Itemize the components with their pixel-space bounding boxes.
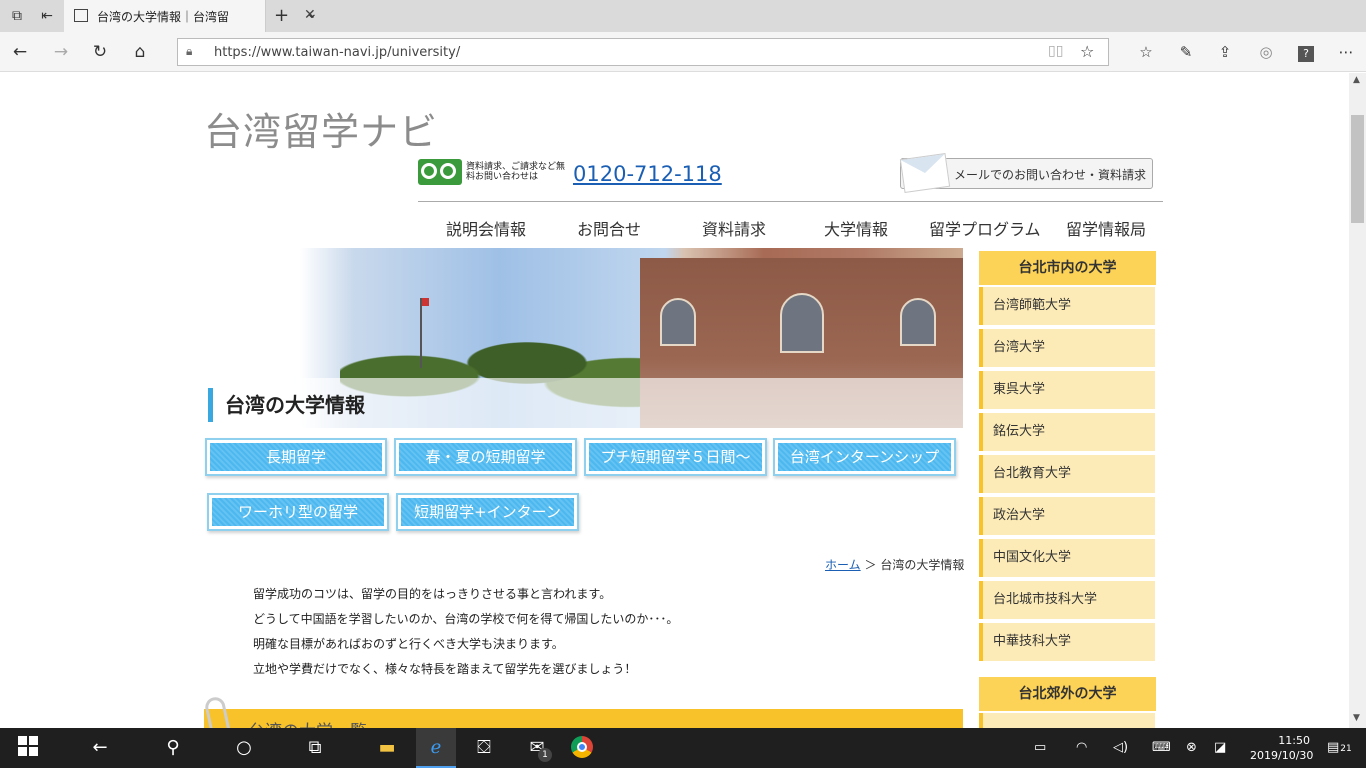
volume-icon[interactable]: ◁) <box>1113 740 1128 755</box>
sidebar-taipei-head: 台北市内の大学 <box>979 251 1156 285</box>
intro-text: 留学成功のコツは、留学の目的をはっきりさせる事と言われます。 どうして中国語を学… <box>253 582 678 682</box>
page-viewport: 台湾留学ナビ 資料請求、ご請求など無料お問い合わせは 0120-712-118 … <box>0 73 1349 728</box>
favorites-icon[interactable]: ☆ <box>1135 41 1157 63</box>
favorite-star-icon[interactable]: ☆ <box>1080 42 1094 61</box>
sidebar-item-pccu[interactable]: 中国文化大学 <box>979 539 1155 577</box>
university-list-header: 台湾の大学一覧 <box>203 695 963 728</box>
windows-start-icon[interactable] <box>16 736 40 760</box>
tab-title: 台湾の大学情報｜台湾留 <box>97 10 230 24</box>
scroll-up-icon[interactable]: ▲ <box>1353 75 1360 85</box>
store-icon[interactable]: ⛋ <box>472 736 496 760</box>
ime-icon[interactable]: ◪ <box>1214 740 1226 755</box>
envelope-icon <box>899 152 951 194</box>
phone-number[interactable]: 0120-712-118 <box>573 162 722 186</box>
mail-badge: 1 <box>538 748 552 762</box>
intro-line: 明確な目標があればおのずと行くべき大学も決まります。 <box>253 637 564 651</box>
lock-icon: 🔒︎ <box>186 44 193 58</box>
url-input[interactable]: 🔒︎ https://www.taiwan-navi.jp/university… <box>177 38 1109 66</box>
breadcrumb-home[interactable]: ホーム <box>825 558 861 572</box>
url-text: https://www.taiwan-navi.jp/university/ <box>214 45 461 60</box>
category-petit-short[interactable]: プチ短期留学５日間～ <box>584 438 767 476</box>
set-aside-tabs-icon[interactable]: ⇤ <box>37 6 57 26</box>
nav-contact[interactable]: お問合せ <box>577 216 641 240</box>
site-logo[interactable]: 台湾留学ナビ <box>204 101 438 156</box>
notification-icon[interactable]: ▤21 <box>1327 740 1352 755</box>
page-title: 台湾の大学情報 <box>208 388 365 422</box>
forward-icon[interactable]: → <box>50 41 72 63</box>
sidebar-item-ntu[interactable]: 台湾大学 <box>979 329 1155 367</box>
nav-program[interactable]: 留学プログラム <box>929 216 1041 240</box>
sidebar-item-nccu[interactable]: 政治大学 <box>979 497 1155 535</box>
category-short-term[interactable]: 春・夏の短期留学 <box>394 438 577 476</box>
file-explorer-icon[interactable]: ▬ <box>375 736 399 760</box>
sidebar-item-cust[interactable]: 中華技科大学 <box>979 623 1155 661</box>
sidebar-item-mingchuan[interactable]: 銘伝大学 <box>979 413 1155 451</box>
mail-inquiry-label: メールでのお問い合わせ・資料請求 <box>954 168 1147 182</box>
breadcrumb-current: 台湾の大学情報 <box>880 558 965 572</box>
search-icon[interactable]: ⚲ <box>161 736 185 760</box>
sidebar-item-tpcu[interactable]: 台北城市技科大学 <box>979 581 1155 619</box>
edge-icon: ℯ <box>430 737 442 758</box>
freedial-icon <box>418 159 462 185</box>
mail-inquiry-button[interactable]: メールでのお問い合わせ・資料請求 <box>899 152 1153 194</box>
breadcrumb-separator: ＞ <box>864 558 877 572</box>
intro-line: 立地や学費だけでなく、様々な特長を踏まえて留学先を選びましょう！ <box>253 662 637 676</box>
help-icon[interactable]: ? <box>1295 41 1317 63</box>
close-circle-icon[interactable]: ⊗ <box>1186 740 1197 755</box>
hero-image <box>300 248 963 428</box>
reading-view-icon[interactable]: ▯▯ <box>1048 43 1063 59</box>
edge-taskbar-button[interactable]: ℯ <box>416 728 456 768</box>
back-arrow-icon[interactable]: ← <box>88 736 112 760</box>
chevron-down-icon[interactable]: ⌄ <box>306 6 318 22</box>
vertical-scrollbar[interactable]: ▲ ▼ <box>1349 73 1366 728</box>
mail-icon[interactable]: ✉ 1 <box>522 736 552 762</box>
keyboard-icon[interactable]: ⌨ <box>1152 740 1171 755</box>
nav-info[interactable]: 留学情報局 <box>1066 216 1146 240</box>
nav-divider <box>418 201 1163 202</box>
university-list-title: 台湾の大学一覧 <box>248 717 367 728</box>
sidebar-item-soochow[interactable]: 東呉大学 <box>979 371 1155 409</box>
clock-date: 2019/10/30 <box>1250 749 1314 762</box>
notes-pen-icon[interactable]: ✎ <box>1175 41 1197 63</box>
sidebar-item-suburb[interactable] <box>979 713 1155 728</box>
sidebar-item-ntnu[interactable]: 台湾師範大学 <box>979 287 1155 325</box>
nav-seminar[interactable]: 説明会情報 <box>446 216 526 240</box>
category-long-term[interactable]: 長期留学 <box>205 438 387 476</box>
home-icon[interactable]: ⌂ <box>129 41 151 63</box>
intro-line: どうして中国語を学習したいのか、台湾の学校で何を得て帰国したいのか･･･。 <box>253 612 679 626</box>
page-icon <box>74 9 88 22</box>
tab-actions-icon[interactable]: ⧉ <box>7 6 27 26</box>
more-icon[interactable]: ⋯ <box>1335 41 1357 63</box>
paperclip-icon <box>203 695 233 728</box>
category-working-holiday[interactable]: ワーホリ型の留学 <box>207 493 389 531</box>
notification-count: 21 <box>1340 744 1352 754</box>
tab-bar: ⧉ ⇤ 台湾の大学情報｜台湾留 ✕ + ⌄ <box>0 0 1366 32</box>
chrome-icon[interactable] <box>570 736 594 760</box>
back-icon[interactable]: ← <box>9 41 31 63</box>
task-view-icon[interactable]: ⧉ <box>303 736 327 760</box>
battery-icon[interactable]: ▭ <box>1034 740 1046 755</box>
extension-icon[interactable]: ◎ <box>1255 41 1277 63</box>
clock[interactable]: 11:50 2019/10/30 <box>1250 733 1314 763</box>
refresh-icon[interactable]: ↻ <box>89 41 111 63</box>
scrollbar-thumb[interactable] <box>1351 115 1364 223</box>
address-bar: ← → ↻ ⌂ 🔒︎ https://www.taiwan-navi.jp/un… <box>0 32 1366 72</box>
sidebar-item-ntue[interactable]: 台北教育大学 <box>979 455 1155 493</box>
breadcrumb: ホーム ＞ 台湾の大学情報 <box>825 556 964 573</box>
category-short-plus-intern[interactable]: 短期留学+インターン <box>396 493 579 531</box>
tab-active[interactable]: 台湾の大学情報｜台湾留 ✕ <box>64 0 316 32</box>
cortana-icon[interactable]: ○ <box>232 736 256 760</box>
share-icon[interactable]: ⇪ <box>1214 41 1236 63</box>
sidebar-suburb-head: 台北郊外の大学 <box>979 677 1156 711</box>
freedial-note: 資料請求、ご請求など無料お問い合わせは <box>466 162 566 182</box>
intro-line: 留学成功のコツは、留学の目的をはっきりさせる事と言われます。 <box>253 587 612 601</box>
category-internship[interactable]: 台湾インターンシップ <box>773 438 956 476</box>
clock-time: 11:50 <box>1278 734 1310 747</box>
taskbar: ← ⚲ ○ ⧉ ▬ ℯ ⛋ ✉ 1 ▭ ◠ ◁) ⌨ ⊗ ◪ 11:50 2019… <box>0 728 1366 768</box>
wifi-icon[interactable]: ◠ <box>1076 740 1087 755</box>
nav-brochure[interactable]: 資料請求 <box>702 216 766 240</box>
nav-university[interactable]: 大学情報 <box>824 216 888 240</box>
scroll-down-icon[interactable]: ▼ <box>1353 713 1360 723</box>
new-tab-icon[interactable]: + <box>274 5 289 26</box>
